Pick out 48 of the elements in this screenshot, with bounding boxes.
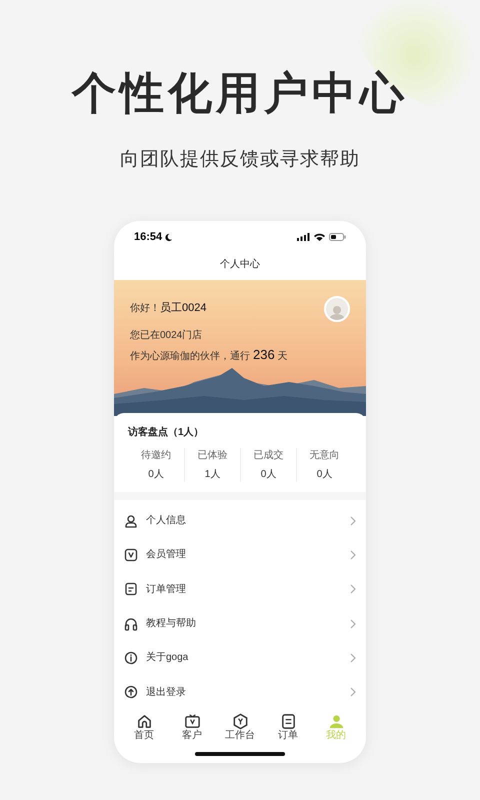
person-icon <box>124 514 138 528</box>
stat-value: 0人 <box>316 468 332 482</box>
menu-item[interactable]: 订单管理 <box>114 572 366 606</box>
stat-label: 已体验 <box>198 448 228 463</box>
tab[interactable]: 首页 <box>124 709 164 745</box>
store-text: 您已在0024门店 <box>130 328 204 343</box>
partner-text: 作为心源瑜伽的伙伴，通行 236 天 <box>130 346 289 364</box>
stat-value: 0人 <box>148 468 164 482</box>
hexagon-icon <box>232 713 248 730</box>
stat-label: 已成交 <box>254 448 284 463</box>
document-icon <box>280 713 296 730</box>
home-icon <box>136 713 152 730</box>
chevron-right-icon <box>350 652 356 663</box>
stat-value: 0人 <box>260 468 276 482</box>
headline: 个性化用户中心 <box>72 72 408 116</box>
menu-item[interactable]: 关于goga <box>114 640 366 675</box>
stat-value: 1人 <box>204 468 220 482</box>
status-time: 16:54 <box>134 230 162 246</box>
chevron-right-icon <box>350 584 356 594</box>
info-icon <box>124 650 138 665</box>
tab[interactable]: 客户 <box>172 709 212 745</box>
tv-icon <box>184 713 200 730</box>
menu-item[interactable]: 个人信息 <box>114 504 366 538</box>
tab[interactable]: 工作台 <box>220 709 260 745</box>
menu-item[interactable]: 退出登录 <box>114 675 366 710</box>
chevron-right-icon <box>350 516 356 526</box>
stat-label: 待邀约 <box>141 448 171 463</box>
battery-icon <box>329 233 346 242</box>
member-icon <box>124 548 138 562</box>
person-icon <box>328 713 344 730</box>
greeting: 你好！ <box>130 303 160 314</box>
tab[interactable]: 订单 <box>268 709 308 745</box>
subtitle: 向团队提供反馈或寻求帮助 <box>120 148 360 172</box>
wifi-icon <box>314 233 325 242</box>
stat-label: 无意向 <box>310 448 340 463</box>
headset-icon <box>124 616 138 631</box>
chevron-right-icon <box>350 618 356 629</box>
signal-icon <box>297 233 310 242</box>
card-title: 访客盘点（1人） <box>128 425 205 440</box>
document-icon <box>124 582 138 596</box>
menu-item[interactable]: 教程与帮助 <box>114 606 366 641</box>
menu-item[interactable]: 会员管理 <box>114 538 366 572</box>
page-title: 个人中心 <box>220 258 260 272</box>
chevron-right-icon <box>350 550 356 560</box>
chevron-right-icon <box>350 687 356 698</box>
user-name: 员工0024 <box>160 302 206 314</box>
moon-icon <box>164 232 174 242</box>
arrow-up-circle-icon <box>124 685 138 700</box>
